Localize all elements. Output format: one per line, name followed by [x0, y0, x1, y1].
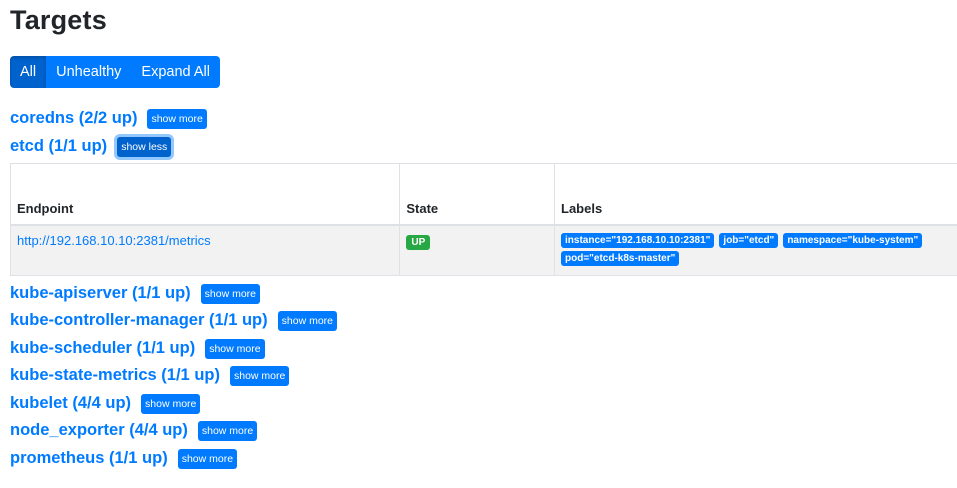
show-more-button-kubelet[interactable]: show more	[141, 394, 201, 414]
pool-title-prometheus[interactable]: prometheus (1/1 up)	[10, 447, 168, 469]
pool-title-kube-state-metrics[interactable]: kube-state-metrics (1/1 up)	[10, 364, 220, 386]
pool-node-exporter: node_exporter (4/4 up) show more	[10, 418, 258, 441]
pool-kubelet: kubelet (4/4 up) show more	[10, 391, 201, 414]
show-more-button-coredns[interactable]: show more	[147, 109, 207, 129]
pool-kube-state-metrics: kube-state-metrics (1/1 up) show more	[10, 363, 290, 386]
show-more-button-kube-scheduler[interactable]: show more	[205, 339, 265, 359]
pool-title-etcd[interactable]: etcd (1/1 up)	[10, 135, 107, 157]
labels-list: instance="192.168.10.10:2381" job="etcd"…	[561, 233, 951, 266]
pool-kube-controller-manager: kube-controller-manager (1/1 up) show mo…	[10, 308, 337, 331]
filter-all-button[interactable]: All	[10, 56, 47, 88]
pool-title-kube-scheduler[interactable]: kube-scheduler (1/1 up)	[10, 337, 195, 359]
show-less-button-etcd[interactable]: show less	[117, 137, 172, 157]
show-more-button-kube-apiserver[interactable]: show more	[200, 284, 261, 304]
pool-prometheus: prometheus (1/1 up) show more	[10, 446, 238, 469]
pool-title-node-exporter[interactable]: node_exporter (4/4 up)	[10, 419, 188, 441]
show-more-button-kube-state-metrics[interactable]: show more	[229, 366, 290, 386]
labels-column-header: Labels	[554, 163, 957, 226]
expand-all-button[interactable]: Expand All	[131, 56, 220, 88]
pool-etcd: etcd (1/1 up) show less	[10, 134, 172, 157]
label-badge-job: job="etcd"	[719, 233, 779, 248]
label-badge-namespace: namespace="kube-system"	[783, 233, 923, 248]
endpoint-cell: http://192.168.10.10:2381/metrics	[9, 225, 400, 276]
etcd-targets-table: Endpoint State Labels http://192.168.10.…	[9, 163, 957, 276]
label-badge-instance: instance="192.168.10.10:2381"	[561, 233, 715, 248]
pool-title-coredns[interactable]: coredns (2/2 up)	[10, 107, 137, 129]
pool-coredns: coredns (2/2 up) show more	[10, 106, 207, 129]
state-badge: UP	[406, 235, 431, 250]
page-title: Targets	[10, 5, 107, 35]
pool-title-kube-controller-manager[interactable]: kube-controller-manager (1/1 up)	[10, 309, 268, 331]
label-badge-pod: pod="etcd-k8s-master"	[561, 251, 680, 266]
labels-cell: instance="192.168.10.10:2381" job="etcd"…	[554, 225, 957, 276]
table-row: http://192.168.10.10:2381/metrics UP ins…	[9, 225, 957, 276]
endpoint-column-header: Endpoint	[9, 163, 400, 226]
show-more-button-kube-controller-manager[interactable]: show more	[277, 311, 337, 331]
filter-unhealthy-button[interactable]: Unhealthy	[46, 56, 132, 88]
show-more-button-node-exporter[interactable]: show more	[197, 421, 258, 441]
table-header-row: Endpoint State Labels	[9, 163, 957, 226]
state-column-header: State	[399, 163, 555, 226]
pool-title-kube-apiserver[interactable]: kube-apiserver (1/1 up)	[10, 282, 191, 304]
pool-kube-scheduler: kube-scheduler (1/1 up) show more	[10, 336, 265, 359]
show-more-button-prometheus[interactable]: show more	[177, 449, 238, 469]
filter-button-group: All Unhealthy Expand All	[10, 56, 220, 88]
state-cell: UP	[399, 225, 555, 276]
pool-title-kubelet[interactable]: kubelet (4/4 up)	[10, 392, 131, 414]
pool-kube-apiserver: kube-apiserver (1/1 up) show more	[10, 281, 261, 304]
endpoint-link[interactable]: http://192.168.10.10:2381/metrics	[17, 233, 211, 248]
